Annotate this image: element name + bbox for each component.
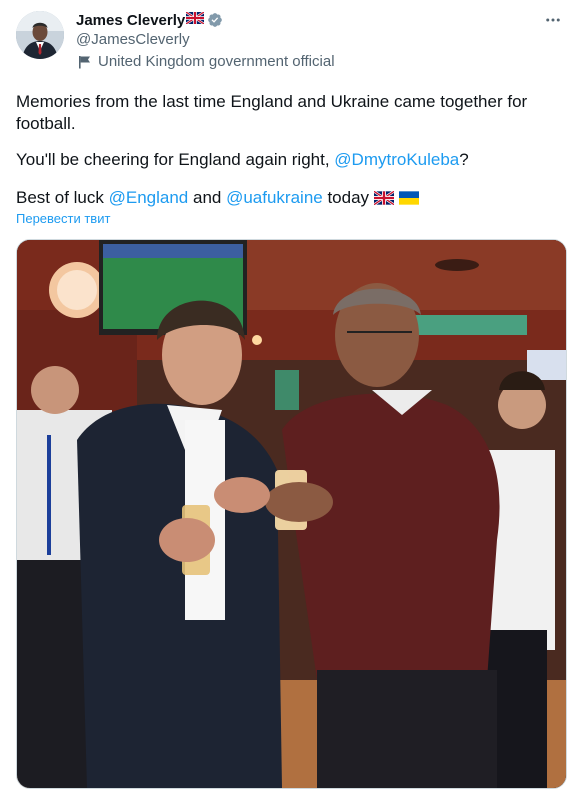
tweet-text-line1: Memories from the last time England and …	[16, 92, 528, 133]
more-options-icon[interactable]	[541, 8, 565, 32]
text-segment: Best of luck	[16, 188, 109, 207]
translate-tweet-link[interactable]: Перевести твит	[16, 211, 110, 226]
uk-flag-icon	[373, 189, 395, 211]
author-avatar[interactable]	[16, 11, 64, 59]
ukraine-flag-icon	[398, 189, 419, 211]
affiliation-row: United Kingdom government official	[78, 53, 335, 70]
government-flag-icon	[79, 55, 90, 68]
text-segment: ?	[459, 150, 469, 169]
verified-badge-icon[interactable]	[207, 12, 223, 28]
author-handle[interactable]: @JamesCleverly	[76, 31, 190, 48]
tweet-card: James Cleverly @JamesCleverly United Kin…	[0, 0, 583, 800]
mention-uafukraine[interactable]: @uafukraine	[226, 188, 323, 207]
author-name-row: James Cleverly	[76, 11, 223, 29]
text-segment: You'll be cheering for England again rig…	[16, 150, 335, 169]
tweet-photo[interactable]	[16, 239, 567, 789]
mention-dmytrokuleba[interactable]: @DmytroKuleba	[334, 150, 459, 169]
uk-flag-icon	[185, 11, 205, 29]
author-name[interactable]: James Cleverly	[76, 12, 185, 29]
text-segment: and	[188, 188, 227, 207]
tweet-text-line2: You'll be cheering for England again rig…	[16, 149, 536, 171]
mention-england[interactable]: @England	[109, 188, 189, 207]
affiliation-label: United Kingdom government official	[98, 53, 335, 70]
text-segment: today	[322, 188, 370, 207]
tweet-text-line3: Best of luck @England and @uafukraine to…	[16, 187, 536, 211]
